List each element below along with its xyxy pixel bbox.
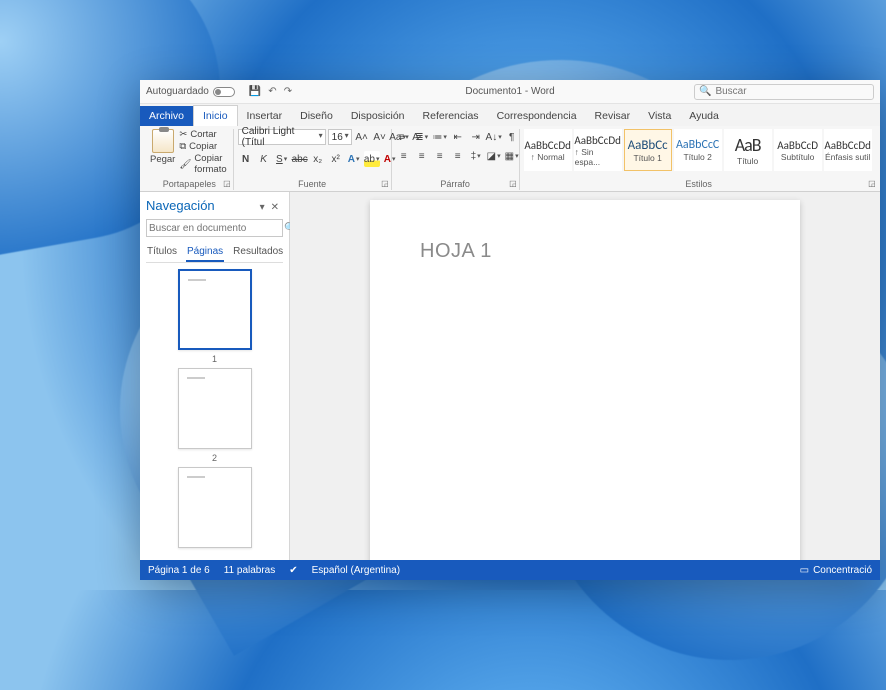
cut-button[interactable]: ✂ Cortar xyxy=(179,129,226,140)
clipboard-dialog-launcher[interactable]: ◲ xyxy=(223,179,231,188)
font-name-combo[interactable]: Calibri Light (Títul xyxy=(238,129,326,145)
page-1[interactable]: HOJA 1 xyxy=(370,200,800,560)
bullets-icon[interactable]: ≡ xyxy=(396,129,412,145)
nav-dropdown-icon[interactable]: ▾ xyxy=(260,202,265,213)
title-bar: Autoguardado 💾 ↶ ↷ Documento1 - Word 🔍 xyxy=(140,80,880,104)
align-left-icon[interactable]: ≡ xyxy=(396,148,412,164)
superscript-icon[interactable]: x² xyxy=(328,151,344,167)
heading-text[interactable]: HOJA 1 xyxy=(420,240,750,263)
tab-vista[interactable]: Vista xyxy=(639,106,680,126)
show-marks-icon[interactable]: ¶ xyxy=(504,129,520,145)
style-heading1[interactable]: AaBbCcTítulo 1 xyxy=(624,129,672,171)
style-no-spacing[interactable]: AaBbCcDd↑ Sin espa... xyxy=(574,129,622,171)
multilevel-icon[interactable]: ≔ xyxy=(432,129,448,145)
tab-diseno[interactable]: Diseño xyxy=(291,106,342,126)
style-subtitle[interactable]: AaBbCcDSubtítulo xyxy=(774,129,822,171)
thumbnail-page-2[interactable] xyxy=(178,368,252,449)
nav-tab-titles[interactable]: Títulos xyxy=(146,243,178,262)
group-styles: AaBbCcDd↑ Normal AaBbCcDd↑ Sin espa... A… xyxy=(520,129,878,190)
word-window: Autoguardado 💾 ↶ ↷ Documento1 - Word 🔍 A… xyxy=(140,80,880,580)
font-size-combo[interactable]: 16 xyxy=(328,129,352,145)
align-right-icon[interactable]: ≡ xyxy=(432,148,448,164)
quick-access-toolbar: 💾 ↶ ↷ xyxy=(249,86,292,97)
tab-disposicion[interactable]: Disposición xyxy=(342,106,414,126)
subscript-icon[interactable]: x₂ xyxy=(310,151,326,167)
focus-mode-icon[interactable]: ▭ xyxy=(800,565,809,576)
style-normal[interactable]: AaBbCcDd↑ Normal xyxy=(524,129,572,171)
navigation-pane: Navegación ▾ ✕ 🔍 ▾ Títulos Páginas Resul… xyxy=(140,192,290,560)
autosave-toggle[interactable]: Autoguardado xyxy=(146,86,235,97)
nav-tabs: Títulos Páginas Resultados xyxy=(146,243,283,263)
thumbnail-page-1[interactable] xyxy=(178,269,252,350)
styles-dialog-launcher[interactable]: ◲ xyxy=(868,179,876,188)
page-thumbnails[interactable]: 1 2 xyxy=(146,263,283,554)
underline-icon[interactable]: S xyxy=(274,151,290,167)
toggle-switch-icon[interactable] xyxy=(213,87,235,97)
ribbon: Pegar ✂ Cortar ⧉ Copiar 🖌 Copiar formato… xyxy=(140,126,880,192)
paste-button[interactable]: Pegar xyxy=(150,129,175,165)
tab-file[interactable]: Archivo xyxy=(140,106,193,126)
search-icon: 🔍 xyxy=(699,86,711,97)
clipboard-icon xyxy=(152,129,174,153)
shrink-font-icon[interactable]: A˅ xyxy=(372,129,388,145)
status-bar: Página 1 de 6 11 palabras ✔ Español (Arg… xyxy=(140,560,880,580)
nav-tab-pages[interactable]: Páginas xyxy=(186,243,224,262)
tab-inicio[interactable]: Inicio xyxy=(193,105,238,126)
nav-search-input[interactable] xyxy=(149,223,281,234)
font-dialog-launcher[interactable]: ◲ xyxy=(381,179,389,188)
copy-button[interactable]: ⧉ Copiar xyxy=(179,141,226,152)
outdent-icon[interactable]: ⇤ xyxy=(450,129,466,145)
undo-icon[interactable]: ↶ xyxy=(268,86,276,97)
nav-close-icon[interactable]: ✕ xyxy=(271,202,279,213)
strike-icon[interactable]: abc xyxy=(292,151,308,167)
paragraph-dialog-launcher[interactable]: ◲ xyxy=(509,179,517,188)
line-spacing-icon[interactable]: ‡ xyxy=(468,148,484,164)
italic-icon[interactable]: K xyxy=(256,151,272,167)
tab-correspondencia[interactable]: Correspondencia xyxy=(488,106,586,126)
status-words[interactable]: 11 palabras xyxy=(224,565,276,576)
redo-icon[interactable]: ↷ xyxy=(284,86,292,97)
search-input[interactable] xyxy=(715,86,869,97)
tab-insertar[interactable]: Insertar xyxy=(238,106,292,126)
ribbon-tabs: Archivo Inicio Insertar Diseño Disposici… xyxy=(140,104,880,126)
nav-tab-results[interactable]: Resultados xyxy=(232,243,284,262)
group-clipboard: Pegar ✂ Cortar ⧉ Copiar 🖌 Copiar formato… xyxy=(146,129,234,190)
tab-revisar[interactable]: Revisar xyxy=(586,106,640,126)
style-heading2[interactable]: AaBbCcCTítulo 2 xyxy=(674,129,722,171)
group-font: Calibri Light (Títul 16 A˄ A˅ Aa A̷ N K … xyxy=(234,129,392,190)
borders-icon[interactable]: ▦ xyxy=(504,148,520,164)
status-page[interactable]: Página 1 de 6 xyxy=(148,565,210,576)
highlight-icon[interactable]: ab xyxy=(364,151,380,167)
grow-font-icon[interactable]: A˄ xyxy=(354,129,370,145)
status-focus[interactable]: Concentració xyxy=(813,565,872,576)
status-language[interactable]: Español (Argentina) xyxy=(312,565,400,576)
style-title[interactable]: AaBTítulo xyxy=(724,129,772,171)
tab-referencias[interactable]: Referencias xyxy=(414,106,488,126)
group-paragraph: ≡ ≣ ≔ ⇤ ⇥ A↓ ¶ ≡ ≡ ≡ ≡ ‡ ◪ ▦ P xyxy=(392,129,520,190)
thumbnail-page-3[interactable] xyxy=(178,467,252,548)
indent-icon[interactable]: ⇥ xyxy=(468,129,484,145)
document-title: Documento1 - Word xyxy=(465,86,554,97)
justify-icon[interactable]: ≡ xyxy=(450,148,466,164)
tell-me-search[interactable]: 🔍 xyxy=(694,84,874,100)
save-icon[interactable]: 💾 xyxy=(249,86,261,97)
sort-icon[interactable]: A↓ xyxy=(486,129,502,145)
tab-ayuda[interactable]: Ayuda xyxy=(680,106,728,126)
align-center-icon[interactable]: ≡ xyxy=(414,148,430,164)
shading-icon[interactable]: ◪ xyxy=(486,148,502,164)
text-effects-icon[interactable]: A xyxy=(346,151,362,167)
bold-icon[interactable]: N xyxy=(238,151,254,167)
numbering-icon[interactable]: ≣ xyxy=(414,129,430,145)
document-canvas[interactable]: HOJA 1 xyxy=(290,192,880,560)
body-area: Navegación ▾ ✕ 🔍 ▾ Títulos Páginas Resul… xyxy=(140,192,880,560)
spellcheck-icon[interactable]: ✔ xyxy=(289,565,297,576)
nav-search[interactable]: 🔍 ▾ xyxy=(146,219,283,237)
format-painter-button[interactable]: 🖌 Copiar formato xyxy=(179,153,226,175)
style-subtle-emphasis[interactable]: AaBbCcDdÉnfasis sutil xyxy=(824,129,872,171)
autosave-label: Autoguardado xyxy=(146,86,209,97)
